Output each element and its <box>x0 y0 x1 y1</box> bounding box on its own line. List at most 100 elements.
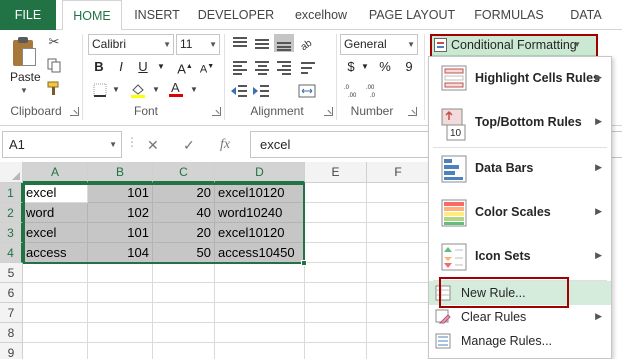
cell-d2[interactable]: word10240 <box>215 203 305 223</box>
empty-cell[interactable] <box>215 323 305 343</box>
row-header-7[interactable]: 7 <box>0 303 23 323</box>
align-left-icon[interactable] <box>230 58 250 76</box>
empty-cell[interactable] <box>215 283 305 303</box>
empty-cell[interactable] <box>367 283 430 303</box>
italic-button[interactable]: I <box>112 58 130 76</box>
row-header-8[interactable]: 8 <box>0 323 23 343</box>
empty-cell[interactable] <box>153 303 215 323</box>
row-header-6[interactable]: 6 <box>0 283 23 303</box>
row-header-3[interactable]: 3 <box>0 223 23 243</box>
column-header-a[interactable]: A <box>23 162 88 183</box>
shrink-font-icon[interactable]: A▼ <box>198 58 216 76</box>
empty-cell[interactable] <box>305 303 367 323</box>
empty-cell[interactable] <box>88 343 153 359</box>
cell-d4[interactable]: access10450 <box>215 243 305 263</box>
fill-handle[interactable] <box>301 260 307 266</box>
fill-color-icon[interactable] <box>130 82 146 98</box>
menu-item-manage-rules[interactable]: Manage Rules... <box>429 329 611 353</box>
cell-c4[interactable]: 50 <box>153 243 215 263</box>
column-header-c[interactable]: C <box>153 162 215 183</box>
underline-button[interactable]: U <box>134 58 152 76</box>
row-header-5[interactable]: 5 <box>0 263 23 283</box>
decrease-decimal-icon[interactable]: .00.0 <box>366 82 382 99</box>
font-launcher-icon[interactable] <box>212 107 221 116</box>
percent-button[interactable]: % <box>376 58 394 76</box>
column-header-e[interactable]: E <box>305 162 367 183</box>
tab-file[interactable]: FILE <box>0 0 56 30</box>
bottom-align-icon[interactable] <box>274 34 294 52</box>
empty-cell[interactable] <box>367 243 430 263</box>
empty-cell[interactable] <box>23 303 88 323</box>
tab-developer[interactable]: DEVELOPER <box>192 0 280 30</box>
decrease-indent-icon[interactable] <box>230 82 250 100</box>
column-header-b[interactable]: B <box>88 162 153 183</box>
font-color-icon[interactable]: A <box>168 80 184 97</box>
menu-item-icon-sets[interactable]: Icon Sets ▶ <box>429 235 611 279</box>
row-header-4[interactable]: 4 <box>0 243 23 263</box>
row-header-1[interactable]: 1 <box>0 183 23 203</box>
font-size-combo[interactable]: 11 ▼ <box>176 34 220 55</box>
increase-indent-icon[interactable] <box>252 82 272 100</box>
top-align-icon[interactable] <box>230 34 250 52</box>
empty-cell[interactable] <box>88 263 153 283</box>
tab-excelhow[interactable]: excelhow <box>284 0 358 30</box>
bold-button[interactable]: B <box>90 58 108 76</box>
alignment-launcher-icon[interactable] <box>324 107 333 116</box>
cell-c3[interactable]: 20 <box>153 223 215 243</box>
name-box[interactable]: A1 ▼ <box>2 131 122 158</box>
cell-c2[interactable]: 40 <box>153 203 215 223</box>
cell-b4[interactable]: 104 <box>88 243 153 263</box>
empty-cell[interactable] <box>367 203 430 223</box>
empty-cell[interactable] <box>215 343 305 359</box>
tab-data[interactable]: DATA <box>556 0 616 30</box>
empty-cell[interactable] <box>88 303 153 323</box>
number-launcher-icon[interactable] <box>408 107 417 116</box>
empty-cell[interactable] <box>305 183 367 203</box>
tab-home[interactable]: HOME <box>62 0 122 31</box>
empty-cell[interactable] <box>367 183 430 203</box>
empty-cell[interactable] <box>367 223 430 243</box>
empty-cell[interactable] <box>367 323 430 343</box>
merge-center-icon[interactable] <box>298 82 318 100</box>
cell-a2[interactable]: word <box>23 203 88 223</box>
menu-item-highlight-cells-rules[interactable]: Highlight Cells Rules ▶ <box>429 57 611 101</box>
cell-c1[interactable]: 20 <box>153 183 215 203</box>
column-header-f[interactable]: F <box>367 162 430 183</box>
insert-function-icon[interactable]: fx <box>220 137 230 153</box>
font-name-combo[interactable]: Calibri ▼ <box>88 34 174 55</box>
cell-a3[interactable]: excel <box>23 223 88 243</box>
increase-decimal-icon[interactable]: .0.00 <box>344 82 360 99</box>
empty-cell[interactable] <box>305 263 367 283</box>
format-painter-icon[interactable] <box>46 80 62 96</box>
underline-dropdown-icon[interactable]: ▼ <box>152 58 170 76</box>
cancel-icon[interactable]: ✕ <box>147 137 159 154</box>
cell-b3[interactable]: 101 <box>88 223 153 243</box>
borders-icon[interactable] <box>92 82 108 98</box>
empty-cell[interactable] <box>88 323 153 343</box>
row-header-2[interactable]: 2 <box>0 203 23 223</box>
menu-item-data-bars[interactable]: Data Bars ▶ <box>429 147 611 191</box>
cell-d3[interactable]: excel10120 <box>215 223 305 243</box>
menu-item-clear-rules[interactable]: Clear Rules ▶ <box>429 305 611 329</box>
align-center-icon[interactable] <box>252 58 272 76</box>
empty-cell[interactable] <box>367 343 430 359</box>
cell-b2[interactable]: 102 <box>88 203 153 223</box>
enter-icon[interactable]: ✓ <box>183 137 195 154</box>
font-color-dropdown-icon[interactable]: ▼ <box>186 82 202 98</box>
row-header-9[interactable]: 9 <box>0 343 23 359</box>
menu-item-color-scales[interactable]: Color Scales ▶ <box>429 191 611 235</box>
empty-cell[interactable] <box>305 223 367 243</box>
empty-cell[interactable] <box>305 323 367 343</box>
empty-cell[interactable] <box>215 263 305 283</box>
empty-cell[interactable] <box>367 263 430 283</box>
cell-a4[interactable]: access <box>23 243 88 263</box>
empty-cell[interactable] <box>23 263 88 283</box>
empty-cell[interactable] <box>305 203 367 223</box>
empty-cell[interactable] <box>305 243 367 263</box>
middle-align-icon[interactable] <box>252 34 272 52</box>
paste-button[interactable]: Paste ▼ <box>2 30 42 100</box>
copy-icon[interactable] <box>46 57 62 73</box>
cut-icon[interactable]: ✂ <box>46 34 62 50</box>
empty-cell[interactable] <box>153 263 215 283</box>
empty-cell[interactable] <box>153 283 215 303</box>
